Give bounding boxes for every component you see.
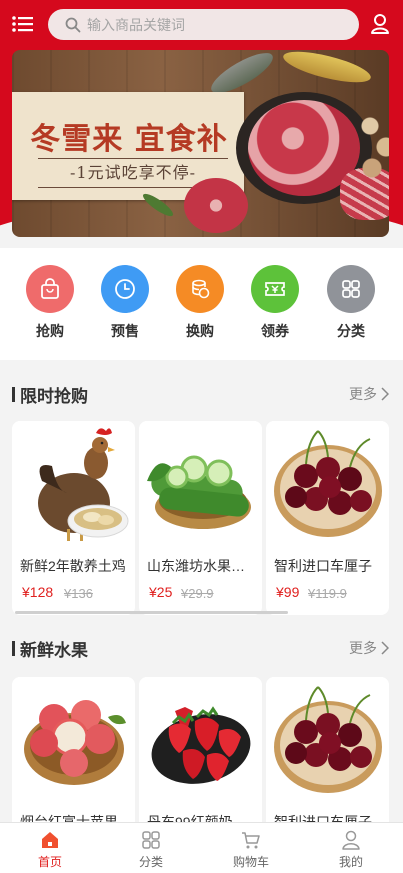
product-price: ¥99 (276, 584, 300, 600)
fresh-fruit-header: 新鲜水果 更多 (12, 636, 391, 660)
product-card[interactable]: 新鲜2年散养土鸡 ¥128 ¥136 (12, 421, 135, 615)
chevron-right-icon (381, 387, 389, 401)
category-presale[interactable]: 预售 (95, 265, 155, 341)
category-row: 抢购 预售 换购 领券 分类 (0, 248, 403, 360)
top-bar (0, 0, 403, 48)
grid-icon (327, 265, 375, 313)
steak-image (184, 178, 248, 233)
tab-category[interactable]: 分类 (111, 823, 191, 873)
tab-label: 购物车 (232, 855, 269, 869)
category-label: 预售 (111, 323, 139, 339)
category-classify[interactable]: 分类 (321, 265, 381, 341)
tab-label: 首页 (37, 855, 62, 869)
product-price: ¥25 (149, 584, 173, 600)
category-coupon[interactable]: 领券 (245, 265, 305, 341)
product-price: ¥128 (22, 584, 54, 600)
tab-cart[interactable]: 购物车 (211, 823, 291, 873)
product-old-price: ¥29.9 (181, 586, 214, 601)
product-card[interactable]: 山东潍坊水果萝卜 ¥25 ¥29.9 (139, 421, 262, 615)
category-flash-buy[interactable]: 抢购 (20, 265, 80, 341)
category-exchange[interactable]: 换购 (170, 265, 230, 341)
more-link[interactable]: 更多 (349, 638, 389, 658)
product-name: 智利进口车厘子 (274, 558, 372, 574)
category-label: 抢购 (36, 323, 64, 339)
clock-icon (101, 265, 149, 313)
section-title: 限时抢购 (20, 387, 88, 406)
search-box[interactable] (48, 9, 359, 40)
cherry-image (266, 421, 389, 545)
product-old-price: ¥119.9 (308, 586, 347, 601)
promo-banner[interactable]: 冬雪来 宜食补 -1元试吃享不停- (12, 50, 389, 237)
horizontal-scrollbar[interactable] (15, 611, 288, 614)
category-label: 领券 (261, 323, 289, 339)
chicken-image (12, 421, 135, 545)
shopping-bag-icon (26, 265, 74, 313)
cart-icon (242, 832, 260, 849)
home-icon (42, 832, 58, 848)
seafood-image (358, 112, 389, 182)
cherry-image (266, 677, 389, 801)
menu-icon[interactable] (12, 14, 34, 34)
strawberry-image (139, 677, 262, 801)
search-icon (65, 17, 81, 33)
coupon-icon (251, 265, 299, 313)
grid-icon (142, 831, 160, 849)
tab-profile[interactable]: 我的 (311, 823, 391, 873)
user-icon[interactable] (370, 13, 390, 35)
product-name: 山东潍坊水果萝卜 (147, 558, 257, 574)
coins-icon (176, 265, 224, 313)
flash-sale-header: 限时抢购 更多 (12, 382, 391, 406)
user-icon (342, 830, 360, 850)
product-old-price: ¥136 (64, 586, 93, 601)
tab-label: 分类 (138, 855, 163, 869)
apple-image (12, 677, 135, 801)
bottom-tab-bar: 首页 分类 购物车 我的 (0, 822, 403, 873)
category-label: 换购 (186, 323, 214, 339)
search-input[interactable] (87, 16, 337, 33)
section-title: 新鲜水果 (20, 641, 88, 660)
product-card[interactable]: 智利进口车厘子 ¥99 ¥119.9 (266, 421, 389, 615)
chevron-right-icon (381, 641, 389, 655)
tab-label: 我的 (338, 855, 363, 869)
product-name: 新鲜2年散养土鸡 (20, 558, 126, 574)
tab-home[interactable]: 首页 (10, 823, 90, 873)
radish-image (139, 421, 262, 545)
more-link[interactable]: 更多 (349, 384, 389, 404)
banner-title: 冬雪来 宜食补 (30, 122, 228, 157)
category-label: 分类 (337, 323, 365, 339)
